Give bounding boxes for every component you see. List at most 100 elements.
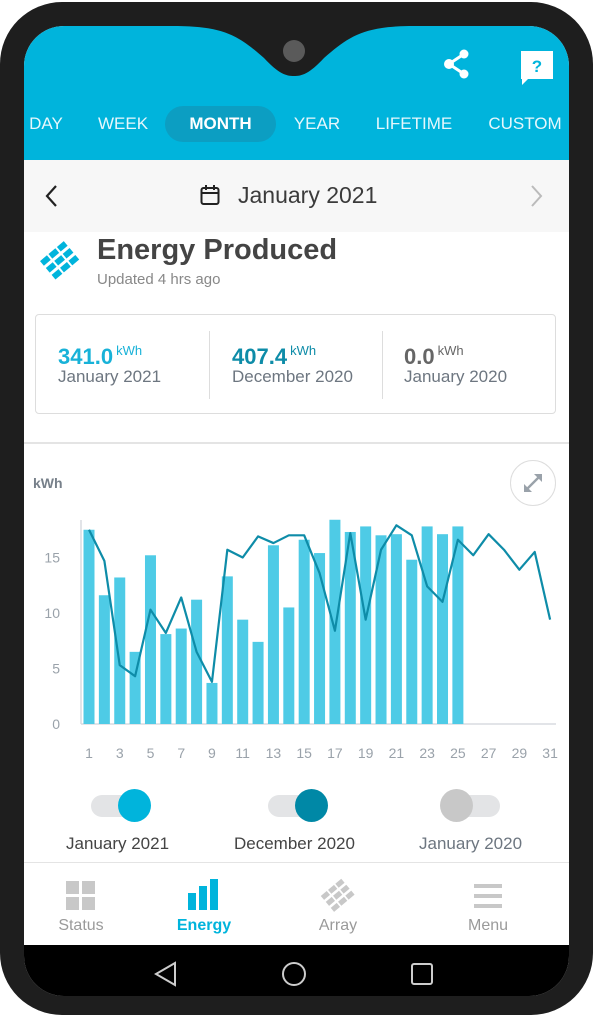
summary-current: 341.0 kWh January 2021 <box>36 315 209 415</box>
y-tick-label: 10 <box>44 605 60 621</box>
bar <box>390 534 402 724</box>
bar <box>175 628 187 724</box>
expand-icon <box>524 474 542 492</box>
nav-label: Menu <box>467 917 509 934</box>
summary-last-year: 0.0 kWh January 2020 <box>383 315 556 415</box>
bar <box>314 553 326 724</box>
bar <box>252 641 264 724</box>
x-tick-label: 27 <box>481 745 497 761</box>
nav-menu[interactable]: Menu <box>433 863 543 945</box>
y-axis-unit-label: kWh <box>33 475 63 491</box>
nav-status[interactable]: Status <box>26 863 136 945</box>
tab-year[interactable]: YEAR <box>291 106 343 142</box>
toggle-label: December 2020 <box>234 834 355 853</box>
camera-notch <box>174 26 414 76</box>
bar <box>283 607 295 724</box>
x-tick-label: 23 <box>419 745 435 761</box>
recents-square-icon[interactable] <box>410 962 434 986</box>
status-grid-icon <box>66 881 95 910</box>
bottom-nav: Status Energy Array Menu <box>24 863 569 945</box>
period-tabs: DAY WEEK MONTH YEAR LIFETIME CUSTOM <box>24 106 569 142</box>
x-tick-label: 31 <box>542 745 558 761</box>
app-screen: ? DAY WEEK MONTH YEAR LIFETIME CUSTOM Ja… <box>24 26 569 996</box>
x-tick-label: 11 <box>235 745 250 761</box>
svg-text:?: ? <box>532 57 542 76</box>
summary-label: January 2020 <box>404 367 508 386</box>
bar <box>298 539 310 724</box>
bar <box>437 534 449 724</box>
bar <box>237 619 249 724</box>
toggle-january-2021[interactable] <box>91 786 151 826</box>
phone-frame: ? DAY WEEK MONTH YEAR LIFETIME CUSTOM Ja… <box>0 2 593 1015</box>
y-tick-label: 0 <box>52 716 60 732</box>
date-navigator: January 2021 <box>24 160 569 232</box>
toggle-label: January 2020 <box>419 834 523 853</box>
x-tick-label: 29 <box>512 745 528 761</box>
summary-previous: 407.4 kWh December 2020 <box>210 315 383 415</box>
back-triangle-icon[interactable] <box>154 961 178 987</box>
bar <box>360 526 372 724</box>
tab-week[interactable]: WEEK <box>92 106 154 142</box>
nav-label: Status <box>58 917 104 934</box>
updated-timestamp: Updated 4 hrs ago <box>97 271 221 288</box>
x-tick-label: 15 <box>296 745 312 761</box>
section-title: Energy Produced <box>97 234 338 266</box>
nav-energy[interactable]: Energy <box>149 863 259 945</box>
tab-day[interactable]: DAY <box>24 106 68 142</box>
chevron-left-icon[interactable] <box>44 182 60 210</box>
header-bar: ? DAY WEEK MONTH YEAR LIFETIME CUSTOM <box>24 26 569 160</box>
bar <box>221 576 233 724</box>
summary-card: 341.0 kWh January 2021 407.4 kWh December … <box>35 314 556 414</box>
series-toggles: January 2021 December 2020 January 2020 <box>24 786 569 856</box>
bar <box>267 545 279 724</box>
bar <box>191 599 203 724</box>
summary-value: 407.4 kWh <box>232 343 317 369</box>
x-tick-label: 19 <box>358 745 374 761</box>
solar-array-icon <box>38 238 82 282</box>
system-nav-bar <box>24 945 569 996</box>
help-chat-icon[interactable]: ? <box>520 50 554 86</box>
expand-chart-button[interactable] <box>510 460 556 506</box>
nav-label: Array <box>318 917 358 934</box>
x-tick-label: 17 <box>327 745 343 761</box>
divider <box>24 442 569 444</box>
bar <box>421 526 433 724</box>
bar <box>144 555 156 724</box>
bar <box>83 529 95 724</box>
bar <box>329 519 341 724</box>
x-tick-label: 3 <box>116 745 124 761</box>
tab-lifetime[interactable]: LIFETIME <box>372 106 456 142</box>
bar <box>114 577 126 724</box>
x-tick-label: 5 <box>147 745 155 761</box>
summary-label: January 2021 <box>58 367 162 386</box>
energy-chart: 0510151 3 5 7 9 11 13 15 17 19 21 23 25 27 29 31 <box>44 519 558 761</box>
date-label: January 2021 <box>238 182 378 208</box>
y-tick-label: 15 <box>44 550 60 566</box>
tab-custom[interactable]: CUSTOM <box>485 106 565 142</box>
calendar-icon <box>200 184 220 206</box>
bar <box>160 634 172 724</box>
nav-label: Energy <box>176 917 232 934</box>
bar <box>206 682 218 724</box>
home-circle-icon[interactable] <box>281 961 307 987</box>
summary-value: 0.0 kWh <box>404 343 464 369</box>
toggle-january-2020[interactable] <box>440 786 500 826</box>
bar <box>406 559 418 724</box>
hamburger-menu-icon <box>474 884 502 908</box>
bar <box>98 595 110 724</box>
solar-array-icon <box>320 878 355 912</box>
nav-array[interactable]: Array <box>283 863 393 945</box>
x-tick-label: 13 <box>266 745 282 761</box>
toggle-december-2020[interactable] <box>268 786 328 826</box>
x-tick-label: 7 <box>177 745 185 761</box>
tab-month[interactable]: MONTH <box>165 106 276 142</box>
energy-bars-icon <box>188 879 218 910</box>
x-tick-label: 9 <box>208 745 216 761</box>
x-tick-label: 25 <box>450 745 466 761</box>
share-icon[interactable] <box>442 48 472 80</box>
summary-label: December 2020 <box>232 367 353 386</box>
toggle-label: January 2021 <box>66 834 170 853</box>
x-tick-label: 21 <box>389 745 405 761</box>
summary-value: 341.0 kWh <box>58 343 143 369</box>
chevron-right-icon[interactable] <box>528 182 544 210</box>
